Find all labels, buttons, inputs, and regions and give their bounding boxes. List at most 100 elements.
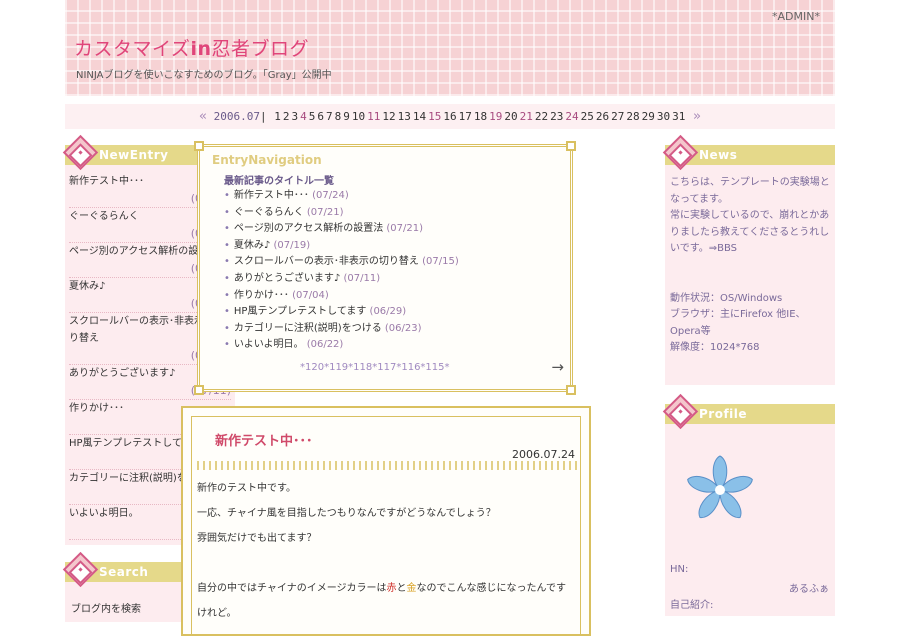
calendar-day: 26 xyxy=(595,110,610,123)
calendar-day: 14 xyxy=(412,110,427,123)
calendar-day: 28 xyxy=(626,110,640,123)
blog-title[interactable]: カスタマイズin忍者ブログ xyxy=(74,34,309,61)
article-line: けれど。 xyxy=(197,608,237,619)
entry-navigation-link[interactable]: カテゴリーに注釈(説明)をつける xyxy=(234,323,382,334)
calendar-day[interactable]: 4 xyxy=(300,110,307,123)
entry-navigation-subtitle: 最新記事のタイトル一覧 xyxy=(224,176,334,187)
calendar-day: 17 xyxy=(458,110,472,123)
news-status-os: 動作状況：OS/Windows xyxy=(670,292,783,304)
corner-ornament-icon xyxy=(566,141,576,151)
calendar-day: 22 xyxy=(534,110,549,123)
entry-navigation-link[interactable]: ぐーぐるらんく xyxy=(234,207,304,218)
blog-description: NINJAブログを使いこなすためのブログ。「Gray」公開中 xyxy=(76,70,332,81)
profile-box: Profile HN: あるふぁ 自己紹介: xyxy=(662,393,835,616)
entry-navigation-link[interactable]: 作りかけ･･･ xyxy=(234,290,289,301)
entry-navigation-link[interactable]: ページ別のアクセス解析の設置法 xyxy=(234,223,383,234)
entry-navigation-date: (07/19) xyxy=(273,239,311,251)
calendar-day: 27 xyxy=(611,110,625,123)
entry-navigation-date: (06/22) xyxy=(306,339,344,351)
article-body: 新作のテスト中です。 一応、チャイナ風を目指したつもりなんですがどうなんでしょう… xyxy=(197,476,577,626)
article-line xyxy=(197,551,577,576)
hn-value: あるふぁ xyxy=(789,584,829,595)
news-body: こちらは、テンプレートの実験場となってます。 常に実験しているので、崩れとかあり… xyxy=(665,165,835,365)
entry-navigation-link[interactable]: 新作テスト中･･･ xyxy=(234,190,309,201)
bullet-icon: • xyxy=(224,239,230,251)
blog-title-bold: in xyxy=(190,38,212,60)
calendar-day: 13 xyxy=(397,110,411,123)
blog-header: カスタマイズin忍者ブログ NINJAブログを使いこなすためのブログ。「Gray… xyxy=(65,0,835,96)
entry-navigation-link[interactable]: スクロールバーの表示･非表示の切り替え xyxy=(234,256,419,267)
entry-navigation-link[interactable]: いよいよ明日。 xyxy=(234,339,304,350)
entry-navigation-link[interactable]: 夏休み♪ xyxy=(234,240,270,251)
entry-navigation-item: • 新作テスト中･･･ (07/24) xyxy=(224,188,459,205)
calendar-day[interactable]: 21 xyxy=(520,110,533,123)
calendar-day: 29 xyxy=(641,110,655,123)
entry-navigation-item: • スクロールバーの表示･非表示の切り替え (07/15) xyxy=(224,254,459,271)
blog-title-suffix: 忍者ブログ xyxy=(211,38,309,60)
entry-navigation-date: (06/29) xyxy=(369,306,407,318)
entry-navigation-link[interactable]: ありがとうございます♪ xyxy=(234,273,340,284)
bullet-icon: • xyxy=(224,190,230,201)
entry-navigation-date: (07/15) xyxy=(422,256,459,268)
calendar-day[interactable]: 15 xyxy=(428,110,441,123)
calendar-day[interactable]: 24 xyxy=(565,110,578,123)
intro-label: 自己紹介: xyxy=(670,600,714,611)
calendar-day: 23 xyxy=(550,110,564,123)
entry-navigation-item: • カテゴリーに注釈(説明)をつける (06/23) xyxy=(224,321,459,338)
entry-navigation-item: • HP風テンプレテストしてます (06/29) xyxy=(224,304,459,321)
calendar-month: 2006.07 xyxy=(213,110,260,123)
calendar-days: 1 2 3 4 5 6 7 8 9 10 11 12 13 14 15 16 17 18 19 20 21 22 23 24 2… xyxy=(273,110,686,123)
entry-navigation-title: EntryNavigation xyxy=(212,153,322,167)
diamond-ornament-icon xyxy=(662,134,699,171)
bullet-icon: • xyxy=(224,289,230,301)
calendar-prev-arrow[interactable]: « xyxy=(199,109,207,124)
calendar-day: 20 xyxy=(504,110,518,123)
bbs-link[interactable]: BBS xyxy=(717,243,737,254)
news-box: News こちらは、テンプレートの実験場となってます。 常に実験しているので、崩… xyxy=(662,134,835,385)
blog-title-prefix: カスタマイズ xyxy=(74,38,191,60)
calendar-day: 5 xyxy=(308,110,316,123)
entry-navigation-item: • ページ別のアクセス解析の設置法 (07/21) xyxy=(224,221,459,238)
entry-navigation-item: • 作りかけ･･･ (07/04) xyxy=(224,288,459,305)
entry-navigation-link[interactable]: HP風テンプレテストしてます xyxy=(234,306,366,317)
calendar-day: 1 xyxy=(274,110,281,123)
article-red-word: 赤 xyxy=(386,583,397,594)
search-title: Search xyxy=(99,565,149,579)
admin-link[interactable]: *ADMIN* xyxy=(772,10,820,23)
entry-navigation-date: (07/24) xyxy=(312,190,349,201)
entry-navigation-item: • いよいよ明日。 (06/22) xyxy=(224,337,459,354)
calendar-next-arrow[interactable]: » xyxy=(693,109,701,124)
calendar-bar: « 2006.07| 1 2 3 4 5 6 7 8 9 10 11 12 13 14 15 16 17 18 19… xyxy=(65,104,835,129)
calendar-day: 2 xyxy=(282,110,290,123)
news-paragraph-1: こちらは、テンプレートの実験場となってます。 xyxy=(670,177,830,205)
bullet-icon: • xyxy=(224,223,230,235)
article-text: と xyxy=(396,583,407,594)
calendar-day: 6 xyxy=(317,110,324,123)
calendar-day: 10 xyxy=(351,110,366,123)
entry-pages[interactable]: *120*119*118*117*116*115* xyxy=(300,362,450,373)
calendar-day: 3 xyxy=(291,110,299,123)
article-line: 新作のテスト中です。 xyxy=(197,483,296,494)
entry-navigation-date: (07/04) xyxy=(292,289,329,301)
calendar-day: 25 xyxy=(580,110,594,123)
entry-navigation-item: • ぐーぐるらんく (07/21) xyxy=(224,205,459,222)
corner-ornament-icon xyxy=(194,141,204,151)
article-divider xyxy=(197,461,577,470)
entry-article: 新作テスト中･･･ 2006.07.24 新作のテスト中です。 一応、チャイナ風… xyxy=(181,406,591,636)
bullet-icon: • xyxy=(224,306,230,318)
entry-navigation-item: • ありがとうございます♪ (07/11) xyxy=(224,271,459,288)
news-status-browser: ブラウザ：主にFirefox 他IE、Opera等 xyxy=(670,309,806,337)
article-line: 雰囲気だけでも出てます？ xyxy=(197,533,317,544)
calendar-day[interactable]: 19 xyxy=(489,110,502,123)
hn-label: HN: xyxy=(670,564,689,575)
bullet-icon: • xyxy=(224,339,230,351)
article-title[interactable]: 新作テスト中･･･ xyxy=(215,430,313,449)
diamond-ornament-icon xyxy=(62,134,99,171)
calendar-day: 8 xyxy=(334,110,342,123)
calendar-day[interactable]: 11 xyxy=(367,110,380,123)
bullet-icon: • xyxy=(224,206,230,218)
profile-title-bar: Profile xyxy=(662,393,835,430)
calendar-day: 12 xyxy=(382,110,396,123)
next-arrow-icon[interactable]: → xyxy=(551,358,564,376)
news-paragraph-2-text: 常に実験しているので、崩れとかありましたら教えてくださるとうれしいです。⇒ xyxy=(670,210,830,254)
